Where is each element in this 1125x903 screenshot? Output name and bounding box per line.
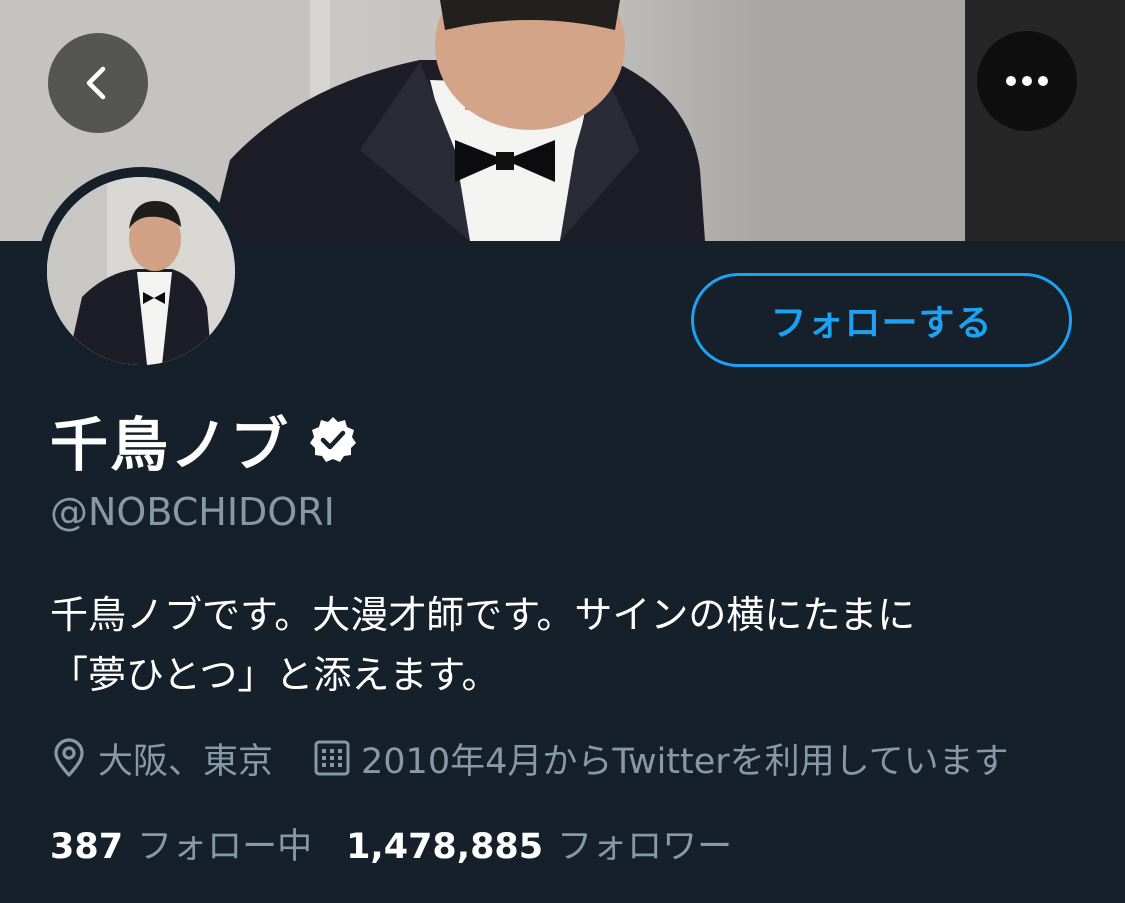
bio-line: 千鳥ノブです。大漫才師です。サインの横にたまに: [50, 593, 916, 637]
profile-avatar[interactable]: [37, 167, 245, 375]
join-date: 2010年4月からTwitterを利用しています: [313, 733, 1009, 784]
join-date-text: 2010年4月からTwitterを利用しています: [361, 741, 1009, 782]
bio-line: 「夢ひとつ」と添えます。: [50, 653, 500, 697]
more-horizontal-icon: [1006, 76, 1048, 86]
following-count: 387: [50, 826, 124, 867]
followers-count: 1,478,885: [346, 826, 544, 867]
calendar-icon: [314, 740, 350, 776]
location-pin-icon: [54, 738, 84, 777]
location-text: 大阪、東京: [98, 741, 274, 782]
following-link[interactable]: 387 フォロー中: [50, 818, 312, 869]
followers-label: フォロワー: [557, 826, 733, 867]
back-button[interactable]: [48, 33, 148, 133]
verified-badge-icon: [310, 417, 357, 462]
profile-stats: 387 フォロー中 1,478,885 フォロワー: [50, 815, 732, 871]
more-options-button[interactable]: [977, 31, 1077, 131]
follow-button[interactable]: フォローする: [691, 273, 1072, 367]
display-name: 千鳥ノブ: [50, 411, 291, 479]
profile-handle: @NOBCHIDORI: [50, 490, 335, 534]
chevron-left-icon: [86, 66, 106, 100]
followers-link[interactable]: 1,478,885 フォロワー: [346, 818, 732, 869]
profile-name-row: 千鳥ノブ: [50, 400, 358, 480]
location: 大阪、東京: [50, 733, 273, 784]
avatar-photo: [47, 177, 235, 365]
profile-meta: 大阪、東京 2010年4月からTwitterを利用しています: [50, 730, 1009, 786]
profile-bio: 千鳥ノブです。大漫才師です。サインの横にたまに 「夢ひとつ」と添えます。: [50, 585, 1080, 705]
following-label: フォロー中: [137, 826, 313, 867]
